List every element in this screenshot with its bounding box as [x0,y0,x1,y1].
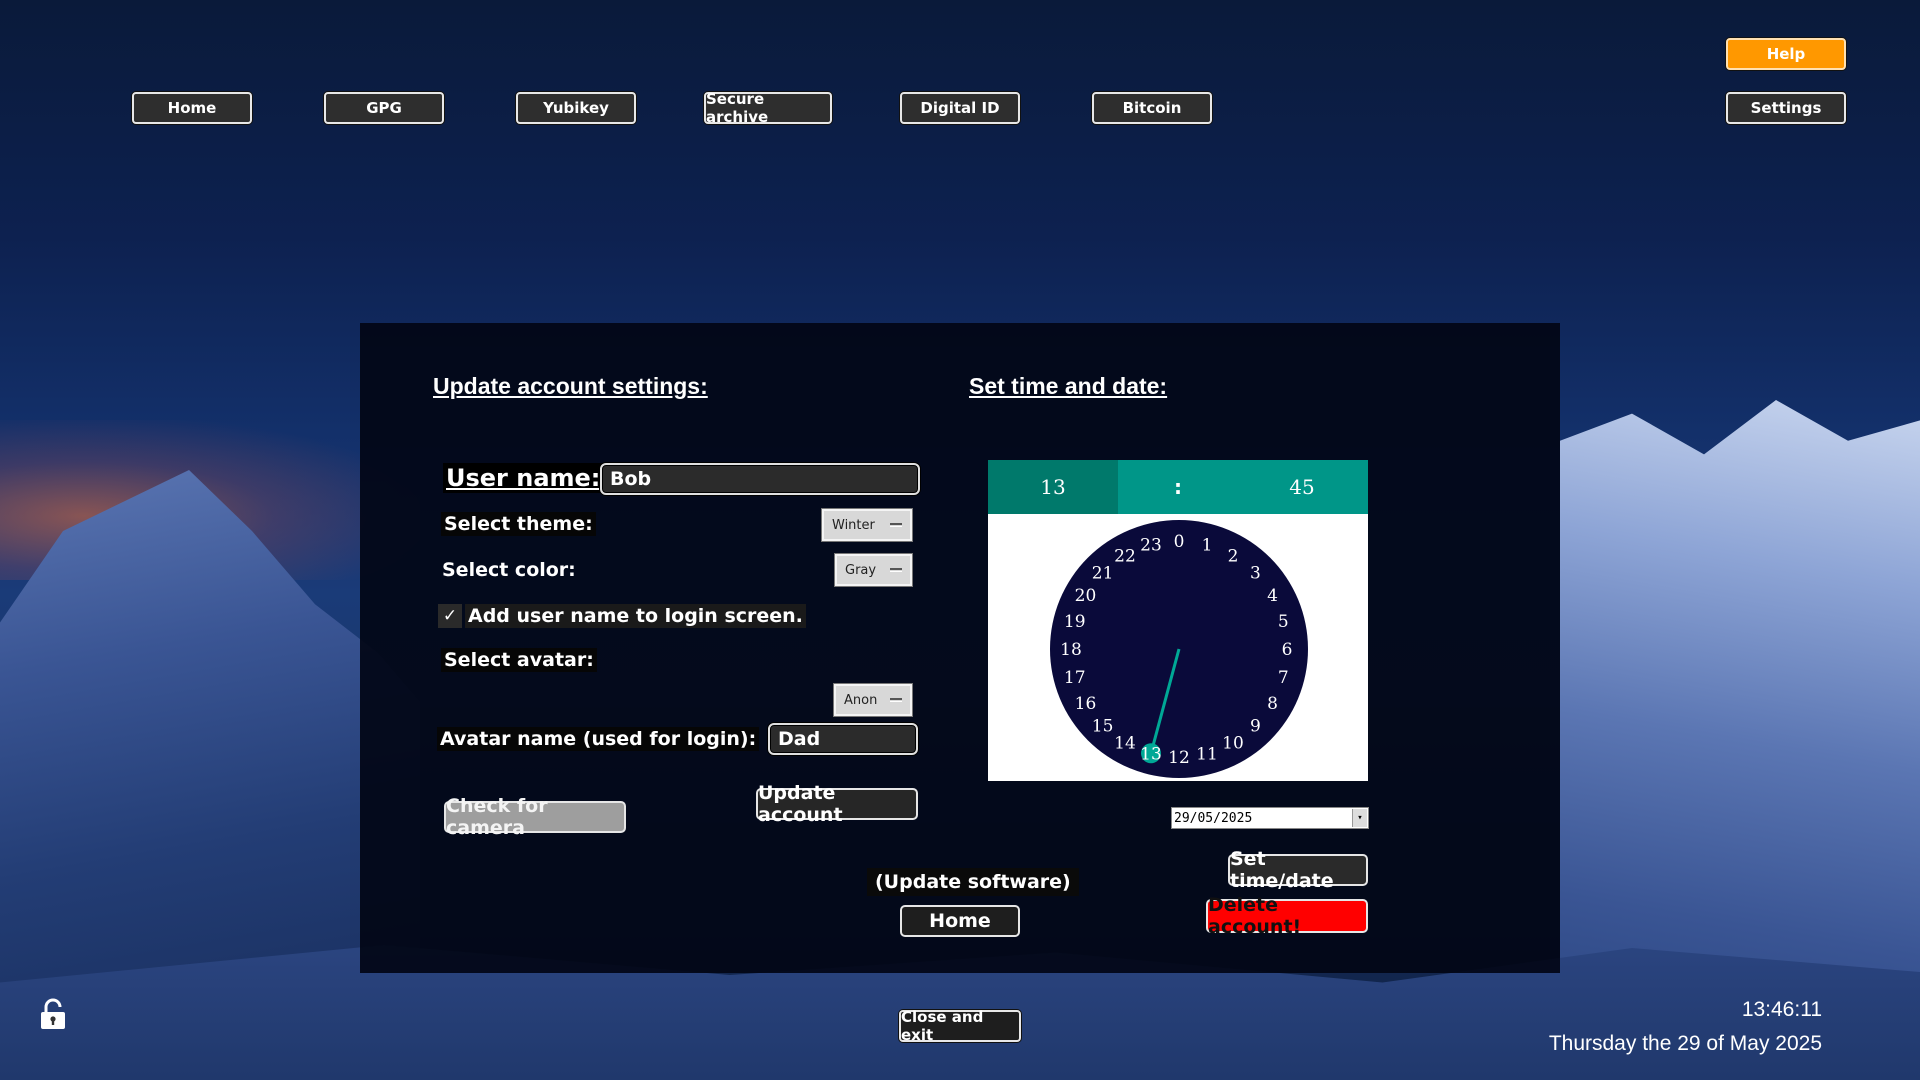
clock-number-6[interactable]: 6 [1282,640,1293,660]
calendar-dropdown-icon[interactable]: ▾ [1352,809,1367,827]
delete-account-button[interactable]: Delete account! [1206,894,1368,938]
clock-number-10[interactable]: 10 [1222,734,1244,754]
clock-number-15[interactable]: 15 [1092,716,1114,736]
nav-secure-archive-button[interactable]: Secure archive [704,90,832,126]
avatar-label: Select avatar: [441,648,597,672]
avatar-select-value: Anon [844,692,878,708]
clock-number-23[interactable]: 23 [1140,536,1162,556]
avatar-name-input[interactable]: Dad [768,723,918,755]
set-time-date-button[interactable]: Set time/date [1228,848,1368,892]
theme-label: Select theme: [441,512,596,536]
color-select-value: Gray [845,562,877,578]
check-camera-button[interactable]: Check for camera [444,795,626,839]
username-label: User name: [443,463,604,493]
clock-number-2[interactable]: 2 [1228,547,1239,567]
username-input[interactable]: Bob [600,463,920,495]
clock-time: 13:46:11 [1741,998,1822,1021]
clock-number-0[interactable]: 0 [1174,532,1185,552]
nav-bitcoin-button[interactable]: Bitcoin [1092,92,1212,124]
update-software-label[interactable]: (Update software) [867,868,1079,896]
hour-display[interactable]: 13 [988,460,1118,514]
dropdown-icon [890,523,902,527]
clock-number-13[interactable]: 13 [1140,744,1162,764]
avatar-name-label: Avatar name (used for login): [437,727,760,751]
clock-number-4[interactable]: 4 [1267,586,1278,606]
clock-number-8[interactable]: 8 [1267,694,1278,714]
nav-digital-id-button[interactable]: Digital ID [900,92,1020,124]
clock-number-11[interactable]: 11 [1196,744,1218,764]
color-label: Select color: [442,559,576,581]
clock-number-17[interactable]: 17 [1064,668,1086,688]
clock-number-3[interactable]: 3 [1250,564,1261,584]
nav-home-button[interactable]: Home [132,92,252,124]
nav-gpg-button[interactable]: GPG [324,92,444,124]
clock-number-12[interactable]: 12 [1168,748,1190,768]
lock-icon[interactable] [40,998,66,1030]
clock-number-14[interactable]: 14 [1114,734,1136,754]
nav-yubikey-button[interactable]: Yubikey [516,92,636,124]
clock-number-7[interactable]: 7 [1278,668,1289,688]
clock-date: Thursday the 29 of May 2025 [1548,1032,1822,1055]
clock-number-21[interactable]: 21 [1092,564,1114,584]
avatar-select[interactable]: Anon [833,683,913,717]
clock-number-5[interactable]: 5 [1278,612,1289,632]
checkmark-icon: ✓ [442,606,458,626]
date-value: 29/05/2025 [1174,810,1253,826]
date-input[interactable]: 29/05/2025 ▾ [1171,807,1369,829]
clock-number-16[interactable]: 16 [1075,694,1097,714]
clock-face[interactable]: 0 1234567891011121314151617181920212223 [1048,518,1310,780]
clock-number-18[interactable]: 18 [1060,640,1082,660]
panel-home-button[interactable]: Home [900,905,1020,937]
dropdown-icon [890,698,902,702]
login-checkbox-label: Add user name to login screen. [465,604,806,628]
clock-number-19[interactable]: 19 [1064,612,1086,632]
time-heading: Set time and date: [969,373,1168,399]
update-account-button[interactable]: Update account [756,782,918,826]
theme-select[interactable]: Winter [821,508,913,542]
close-exit-button[interactable]: Close and exit [899,1008,1021,1044]
help-button[interactable]: Help [1726,38,1846,70]
color-select[interactable]: Gray [834,553,913,587]
time-separator: : [1174,475,1182,499]
account-heading: Update account settings: [433,373,708,399]
theme-select-value: Winter [832,517,875,533]
login-checkbox[interactable]: ✓ [438,604,462,628]
settings-button[interactable]: Settings [1726,92,1846,124]
clock-number-20[interactable]: 20 [1075,586,1097,606]
clock-number-22[interactable]: 22 [1114,547,1136,567]
clock-number-1[interactable]: 1 [1202,536,1213,556]
clock-number-9[interactable]: 9 [1250,716,1261,736]
minute-display[interactable]: 45 [1240,460,1364,514]
dropdown-icon [890,568,902,572]
